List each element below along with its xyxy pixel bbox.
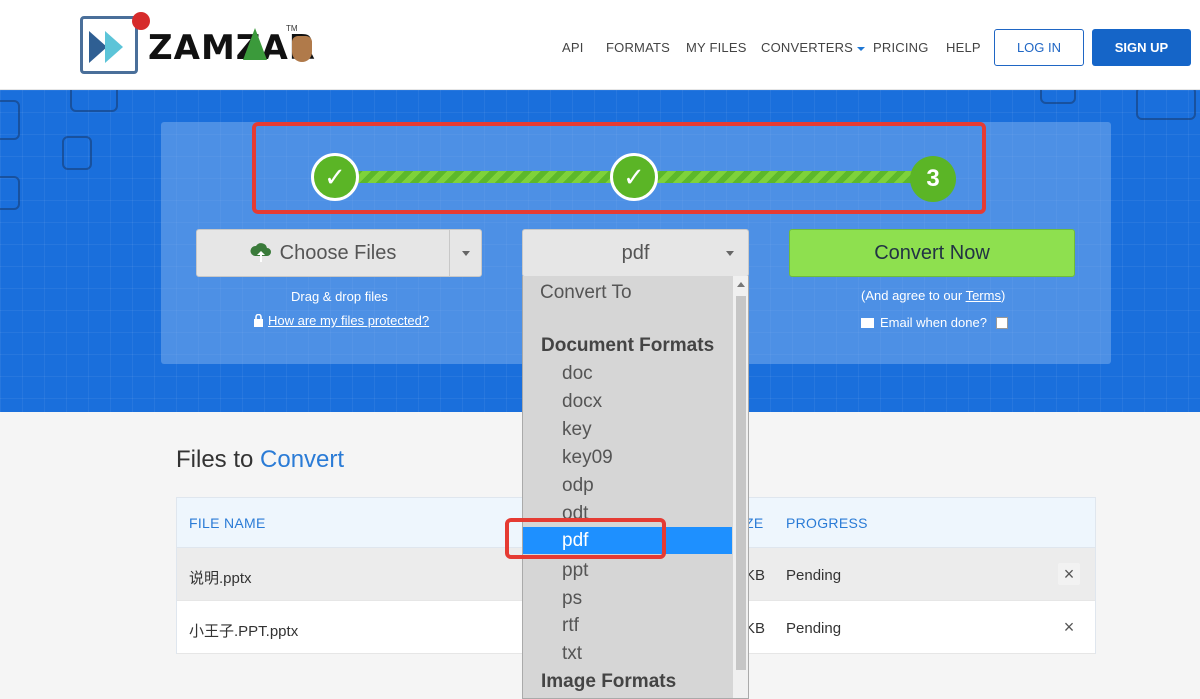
email-when-done-label: Email when done? — [880, 315, 987, 330]
remove-file-button[interactable]: × — [1058, 616, 1080, 638]
choose-files-dropdown-button[interactable] — [449, 230, 482, 276]
nav-api[interactable]: API — [562, 40, 584, 55]
option-rtf[interactable]: rtf — [562, 615, 579, 637]
logo-arrow-light — [105, 31, 123, 63]
format-select[interactable]: pdf — [522, 229, 749, 277]
login-button[interactable]: LOG IN — [994, 29, 1084, 66]
envelope-icon — [861, 317, 874, 328]
option-doc[interactable]: doc — [562, 363, 593, 385]
option-ps[interactable]: ps — [562, 588, 582, 610]
zamzar-logo[interactable]: ZAMZAR TM — [80, 12, 320, 76]
nav-formats[interactable]: FORMATS — [606, 40, 670, 55]
terms-link[interactable]: Terms — [966, 288, 1001, 303]
convert-now-button[interactable]: Convert Now — [789, 229, 1075, 277]
dropdown-scrollbar[interactable] — [733, 276, 748, 698]
lock-icon — [254, 313, 263, 327]
terms-agreement: (And agree to our Terms) — [861, 288, 1005, 303]
option-docx[interactable]: docx — [562, 391, 602, 413]
nav-help[interactable]: HELP — [946, 40, 981, 55]
nav-my-files[interactable]: MY FILES — [686, 40, 747, 55]
logo-text: ZAMZAR — [148, 28, 316, 68]
option-ppt[interactable]: ppt — [562, 560, 588, 582]
cloud-upload-icon — [250, 243, 271, 262]
terms-prefix: (And agree to our — [861, 288, 966, 303]
doodle-icon — [70, 90, 118, 112]
files-title-prefix: Files to — [176, 446, 261, 473]
group-document-formats: Document Formats — [541, 335, 715, 356]
choose-files-button[interactable]: Choose Files — [197, 230, 449, 276]
nav-converters[interactable]: CONVERTERS — [761, 40, 866, 55]
dropdown-placeholder-convert-to: Convert To — [540, 282, 632, 303]
group-image-formats: Image Formats — [541, 671, 677, 692]
pdf-option-highlight-box — [505, 518, 666, 559]
format-select-value: pdf — [621, 241, 650, 264]
files-title-accent: Convert — [260, 446, 345, 473]
doodle-icon — [1136, 90, 1196, 120]
option-odp[interactable]: odp — [562, 475, 594, 497]
logo-arrows-icon — [80, 16, 138, 74]
scroll-up-arrow-icon[interactable] — [737, 282, 745, 287]
chevron-down-icon — [462, 250, 470, 256]
chevron-down-icon — [857, 46, 866, 51]
column-progress: PROGRESS — [786, 515, 868, 531]
file-name-cell: 说明.pptx — [189, 570, 252, 587]
scrollbar-thumb[interactable] — [736, 296, 746, 670]
logo-trademark: TM — [286, 24, 298, 33]
file-name-cell: 小王子.PPT.pptx — [189, 623, 299, 640]
doodle-icon — [0, 100, 20, 140]
nav-converters-label: CONVERTERS — [761, 40, 854, 55]
email-when-done-checkbox[interactable] — [995, 316, 1008, 329]
files-to-convert-title: Files to Convert — [176, 446, 344, 474]
nav-pricing[interactable]: PRICING — [873, 40, 929, 55]
files-protected-link-text: How are my files protected? — [268, 313, 430, 328]
chevron-down-icon — [726, 251, 734, 256]
choose-files-label: Choose Files — [279, 241, 397, 264]
option-key09[interactable]: key09 — [562, 447, 613, 469]
christmas-tree-icon — [243, 28, 267, 60]
remove-file-button[interactable]: × — [1058, 563, 1080, 585]
file-progress-cell: Pending — [786, 620, 842, 637]
option-key[interactable]: key — [562, 419, 592, 441]
files-protected-link[interactable]: How are my files protected? — [253, 313, 429, 328]
signup-button[interactable]: SIGN UP — [1092, 29, 1191, 66]
choose-files-group: Choose Files — [196, 229, 482, 277]
drag-drop-hint: Drag & drop files — [291, 289, 388, 304]
top-header: ZAMZAR TM API FORMATS MY FILES CONVERTER… — [0, 0, 1200, 90]
steps-highlight-box — [252, 122, 986, 214]
option-txt[interactable]: txt — [562, 643, 582, 665]
terms-suffix: ) — [1000, 288, 1006, 303]
doodle-icon — [0, 176, 20, 210]
column-file-name: FILE NAME — [189, 515, 266, 531]
reindeer-icon — [292, 36, 312, 62]
file-progress-cell: Pending — [786, 567, 842, 584]
format-dropdown-list[interactable]: Convert To Document Formats doc docx key… — [522, 276, 749, 699]
email-when-done: Email when done? — [861, 315, 1008, 330]
doodle-icon — [62, 136, 92, 170]
doodle-icon — [1040, 90, 1076, 104]
